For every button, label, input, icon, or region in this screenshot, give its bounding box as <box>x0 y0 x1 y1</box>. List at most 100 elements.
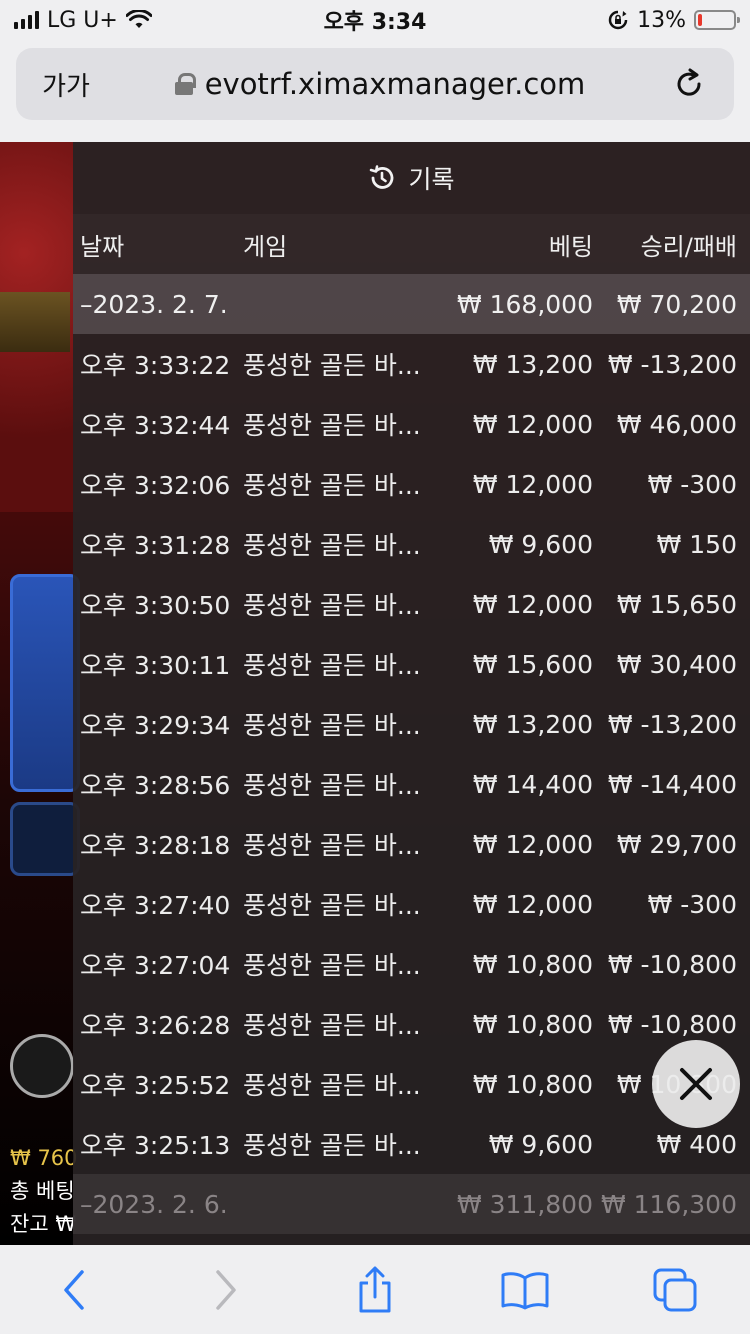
row-time: 오후 3:33:22 <box>80 351 231 380</box>
history-row[interactable]: 오후 3:25:13 풍성한 골든 바... ₩ 9,600 ₩ 400 <box>73 1114 750 1174</box>
row-game: 풍성한 골든 바... <box>243 951 421 980</box>
history-row[interactable]: 오후 3:27:04 풍성한 골든 바... ₩ 10,800 ₩ -10,800 <box>73 934 750 994</box>
forward-button[interactable] <box>190 1260 260 1320</box>
row-time: 오후 3:25:52 <box>80 1071 231 1100</box>
day-summary-row[interactable]: –2023. 2. 7. ₩ 168,000 ₩ 70,200 <box>73 274 750 334</box>
row-win-loss: ₩ 29,700 <box>616 829 737 859</box>
row-win-loss: ₩ -13,200 <box>607 349 737 379</box>
day-date: –2023. 2. 7. <box>80 289 228 319</box>
history-row[interactable]: 오후 3:26:28 풍성한 골든 바... ₩ 10,800 ₩ -10,800 <box>73 994 750 1054</box>
status-bar: LG U+ 오후 3:34 13% <box>0 0 750 40</box>
close-icon <box>680 1068 712 1100</box>
balance-amount: ₩ 760 <box>10 1146 78 1170</box>
row-bet: ₩ 12,000 <box>472 589 593 619</box>
history-panel: 기록 날짜 게임 베팅 승리/패배 –2023. 2. 7. ₩ 168,000… <box>73 142 750 1245</box>
row-bet: ₩ 9,600 <box>488 529 593 559</box>
url-display[interactable]: evotrf.ximaxmanager.com <box>116 67 644 101</box>
row-game: 풍성한 골든 바... <box>243 771 421 800</box>
bookmarks-button[interactable] <box>490 1260 560 1320</box>
row-bet: ₩ 12,000 <box>472 889 593 919</box>
col-date: 날짜 <box>80 232 125 261</box>
prev-day-bet-total: ₩ 311,800 <box>456 1189 593 1219</box>
row-game: 풍성한 골든 바... <box>243 471 421 500</box>
history-title: 기록 <box>408 165 455 194</box>
history-row[interactable]: 오후 3:31:28 풍성한 골든 바... ₩ 9,600 ₩ 150 <box>73 514 750 574</box>
player-pair-bet-area[interactable] <box>10 802 80 876</box>
row-time: 오후 3:26:28 <box>80 1011 231 1040</box>
address-bar[interactable]: 가가 evotrf.ximaxmanager.com <box>16 48 734 120</box>
row-bet: ₩ 12,000 <box>472 469 593 499</box>
row-game: 풍성한 골든 바... <box>243 831 421 860</box>
row-game: 풍성한 골든 바... <box>243 531 421 560</box>
row-bet: ₩ 12,000 <box>472 829 593 859</box>
carrier-label: LG U+ <box>47 7 118 33</box>
row-game: 풍성한 골든 바... <box>243 1011 421 1040</box>
row-win-loss: ₩ 400 <box>656 1129 737 1159</box>
table-gold-trim <box>0 292 70 352</box>
row-win-loss: ₩ 46,000 <box>616 409 737 439</box>
lock-icon <box>174 73 196 95</box>
row-bet: ₩ 10,800 <box>472 1009 593 1039</box>
row-game: 풍성한 골든 바... <box>243 411 421 440</box>
row-time: 오후 3:30:50 <box>80 591 231 620</box>
browser-header: 가가 evotrf.ximaxmanager.com <box>0 40 750 142</box>
row-win-loss: ₩ -14,400 <box>607 769 737 799</box>
history-row[interactable]: 오후 3:27:40 풍성한 골든 바... ₩ 12,000 ₩ -300 <box>73 874 750 934</box>
history-row[interactable]: 오후 3:30:11 풍성한 골든 바... ₩ 15,600 ₩ 30,400 <box>73 634 750 694</box>
row-time: 오후 3:27:04 <box>80 951 231 980</box>
row-bet: ₩ 12,000 <box>472 409 593 439</box>
text-size-button[interactable]: 가가 <box>16 66 116 103</box>
prev-day-summary-row[interactable]: –2023. 2. 6. ₩ 311,800 ₩ 116,300 <box>73 1174 750 1234</box>
row-bet: ₩ 9,600 <box>488 1129 593 1159</box>
history-row[interactable]: 오후 3:33:22 풍성한 골든 바... ₩ 13,200 ₩ -13,200 <box>73 334 750 394</box>
history-list: 오후 3:33:22 풍성한 골든 바... ₩ 13,200 ₩ -13,200 오후… <box>73 334 750 1174</box>
row-time: 오후 3:29:34 <box>80 711 231 740</box>
row-time: 오후 3:32:44 <box>80 411 231 440</box>
history-row[interactable]: 오후 3:32:44 풍성한 골든 바... ₩ 12,000 ₩ 46,000 <box>73 394 750 454</box>
row-game: 풍성한 골든 바... <box>243 351 421 380</box>
browser-toolbar <box>0 1245 750 1334</box>
row-game: 풍성한 골든 바... <box>243 891 421 920</box>
tabs-button[interactable] <box>640 1260 710 1320</box>
row-game: 풍성한 골든 바... <box>243 651 421 680</box>
history-row[interactable]: 오후 3:29:34 풍성한 골든 바... ₩ 13,200 ₩ -13,200 <box>73 694 750 754</box>
player-bet-area[interactable] <box>10 574 80 792</box>
prev-day-date: –2023. 2. 6. <box>80 1189 228 1219</box>
history-row[interactable]: 오후 3:28:18 풍성한 골든 바... ₩ 12,000 ₩ 29,700 <box>73 814 750 874</box>
battery-level-fill <box>698 14 703 26</box>
row-game: 풍성한 골든 바... <box>243 591 421 620</box>
day-win-total: ₩ 70,200 <box>616 289 737 319</box>
share-icon <box>359 1266 391 1312</box>
row-win-loss: ₩ -300 <box>647 889 737 919</box>
row-bet: ₩ 13,200 <box>472 709 593 739</box>
row-win-loss: ₩ -10,800 <box>607 1009 737 1039</box>
history-row[interactable]: 오후 3:28:56 풍성한 골든 바... ₩ 14,400 ₩ -14,400 <box>73 754 750 814</box>
history-row[interactable]: 오후 3:30:50 풍성한 골든 바... ₩ 12,000 ₩ 15,650 <box>73 574 750 634</box>
row-win-loss: ₩ -300 <box>647 469 737 499</box>
battery-percent: 13% <box>637 7 686 33</box>
row-bet: ₩ 13,200 <box>472 349 593 379</box>
col-game: 게임 <box>243 232 288 261</box>
history-row[interactable]: 오후 3:25:52풍성한 골든 바...₩ 10,800₩ 10,800 <box>73 1054 750 1114</box>
close-button[interactable] <box>652 1040 740 1128</box>
history-row[interactable]: 오후 3:32:06 풍성한 골든 바... ₩ 12,000 ₩ -300 <box>73 454 750 514</box>
row-win-loss: ₩ 15,650 <box>616 589 737 619</box>
row-win-loss: ₩ -13,200 <box>607 709 737 739</box>
row-time: 오후 3:28:18 <box>80 831 231 860</box>
wifi-icon <box>125 10 152 28</box>
share-button[interactable] <box>340 1260 410 1320</box>
tabs-icon <box>653 1268 697 1311</box>
row-win-loss: ₩ -10,800 <box>607 949 737 979</box>
back-button[interactable] <box>40 1260 110 1320</box>
status-left: LG U+ <box>14 8 244 33</box>
row-game: 풍성한 골든 바... <box>243 711 421 740</box>
chevron-left-icon <box>64 1269 84 1310</box>
battery-icon <box>694 10 740 30</box>
row-time: 오후 3:25:13 <box>80 1131 231 1160</box>
row-game: 풍성한 골든 바... <box>243 1131 421 1160</box>
chip-stack-icon[interactable] <box>10 1034 74 1098</box>
col-bet: 베팅 <box>548 232 593 261</box>
row-time: 오후 3:31:28 <box>80 531 231 560</box>
history-clock-icon <box>370 165 394 189</box>
reload-button[interactable] <box>644 67 734 101</box>
